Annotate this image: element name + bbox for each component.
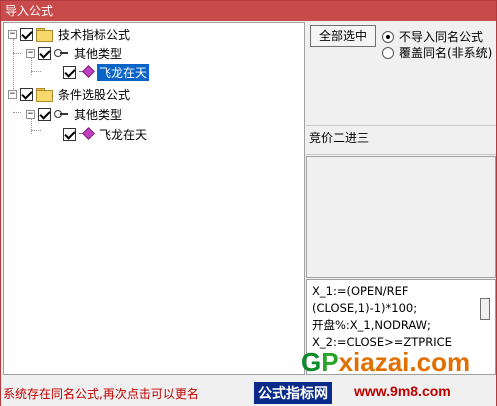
- formula-name-display: 竞价二进三: [306, 125, 496, 155]
- collapse-icon[interactable]: −: [8, 89, 17, 99]
- tree-node-label[interactable]: 飞龙在天: [97, 63, 150, 81]
- code-line: (CLOSE,1)-1)*100;: [312, 301, 418, 315]
- tree-node-label: 其他类型: [74, 107, 123, 122]
- tree-node-formula-2[interactable]: 飞龙在天: [63, 125, 149, 143]
- tree-node-stock-selection[interactable]: − 条件选股公式: [8, 85, 132, 103]
- tree-node-formula-1[interactable]: 飞龙在天: [63, 63, 150, 81]
- scrollbar-thumb[interactable]: [480, 298, 490, 320]
- folder-icon: [36, 88, 53, 102]
- tree-node-label: 其他类型: [74, 46, 123, 61]
- tree-node-label[interactable]: 飞龙在天: [97, 126, 149, 143]
- collapse-icon[interactable]: −: [8, 29, 17, 39]
- formula-tree[interactable]: − 技术指标公式 − 其他类型 飞龙在天 − 条件选股公式 − 其他类型 飞龙在…: [3, 22, 305, 375]
- checkbox-technical-indicators[interactable]: [20, 27, 33, 41]
- watermark-badge: 公式指标网: [254, 382, 332, 404]
- watermark-url: www.9m8.com: [354, 383, 451, 399]
- tree-node-label: 技术指标公式: [58, 27, 131, 42]
- select-all-button[interactable]: 全部选中: [310, 25, 376, 47]
- radio-unchecked-icon[interactable]: [382, 46, 394, 59]
- radio-checked-icon[interactable]: [382, 30, 394, 43]
- radio-label: 不导入同名公式: [399, 30, 484, 44]
- watermark-logo: GPxiazai.com: [301, 347, 471, 377]
- radio-no-import-same-name[interactable]: 不导入同名公式: [382, 28, 483, 45]
- folder-icon: [36, 28, 53, 42]
- tree-node-other-type-1[interactable]: − 其他类型: [26, 44, 124, 62]
- status-message: 系统存在同名公式,再次点击可以更名: [3, 387, 199, 401]
- import-formula-dialog: 导入公式 − 技术指标公式 − 其他类型 飞龙在天 − 条件选股公式 − 其他类…: [0, 0, 497, 406]
- tree-node-label: 条件选股公式: [58, 87, 131, 102]
- formula-icon: [79, 66, 93, 78]
- radio-label: 覆盖同名(非系统): [399, 46, 493, 60]
- tree-node-technical-indicators[interactable]: − 技术指标公式: [8, 25, 132, 43]
- checkbox-formula-1[interactable]: [63, 65, 76, 79]
- collapse-icon[interactable]: −: [26, 109, 35, 119]
- checkbox-formula-2[interactable]: [63, 127, 76, 141]
- code-line: 开盘%:X_1,NODRAW;: [312, 318, 431, 332]
- radio-overwrite-same-name[interactable]: 覆盖同名(非系统): [382, 44, 492, 61]
- formula-description-panel: [306, 156, 496, 278]
- code-line: X_1:=(OPEN/REF: [312, 284, 409, 298]
- key-icon: [54, 108, 68, 120]
- formula-icon: [79, 128, 93, 140]
- checkbox-other-type-2[interactable]: [38, 107, 51, 121]
- key-icon: [54, 47, 68, 59]
- checkbox-stock-selection[interactable]: [20, 87, 33, 101]
- checkbox-other-type-1[interactable]: [38, 46, 51, 60]
- tree-node-other-type-2[interactable]: − 其他类型: [26, 105, 124, 123]
- collapse-icon[interactable]: −: [26, 48, 35, 58]
- window-title: 导入公式: [1, 1, 496, 21]
